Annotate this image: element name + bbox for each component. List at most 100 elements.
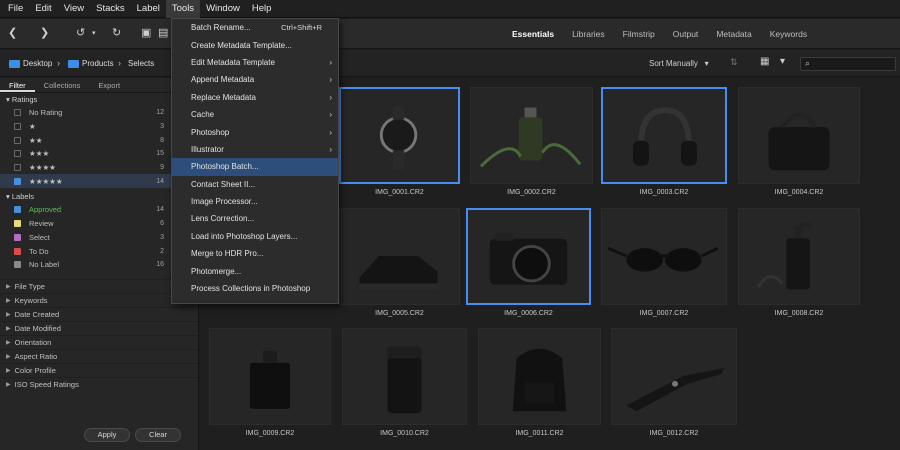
tools-menu-item[interactable]: Create Metadata Template... (172, 36, 338, 53)
thumbnail[interactable] (738, 87, 860, 184)
tab-export[interactable]: Export (89, 78, 129, 92)
back-icon[interactable]: ❮ (8, 26, 17, 39)
thumbnail-filename[interactable]: IMG_0004.CR2 (739, 189, 859, 196)
thumbnail[interactable] (738, 208, 860, 305)
breadcrumb-selects[interactable]: Selects (128, 59, 154, 68)
checkbox[interactable] (14, 177, 21, 185)
menu-tools[interactable]: Tools (165, 0, 201, 18)
label-swatch[interactable] (14, 220, 21, 228)
label-row[interactable]: Approved 14 (0, 203, 198, 217)
ratings-header[interactable]: ▾ Ratings (0, 93, 198, 106)
rotate-left-icon[interactable]: ↺ (76, 26, 85, 39)
tools-menu-item[interactable]: Lens Correction... (172, 210, 338, 227)
filter-section[interactable]: ▶ Date Created (0, 306, 198, 321)
breadcrumb-desktop[interactable]: Desktop (9, 59, 52, 68)
tab-filter[interactable]: Filter (0, 78, 35, 92)
checkbox[interactable] (14, 123, 21, 131)
tools-menu-item[interactable]: Append Metadata › (172, 71, 338, 88)
filter-section[interactable]: ▶ Date Modified (0, 320, 198, 335)
rating-row[interactable]: ★★ 8 (0, 133, 198, 147)
tools-menu-item[interactable]: Image Processor... (172, 193, 338, 210)
filter-section[interactable]: ▶ Color Profile (0, 362, 198, 377)
refine-icon[interactable]: ▤ (158, 26, 168, 39)
tab-collections[interactable]: Collections (35, 78, 90, 92)
menu-edit[interactable]: Edit (29, 0, 57, 18)
thumbnail-filename[interactable]: IMG_0005.CR2 (340, 310, 460, 317)
tools-menu-item[interactable]: Photomerge... (172, 262, 338, 279)
thumbnail-filename[interactable]: IMG_0001.CR2 (340, 189, 460, 196)
thumbnail-filename[interactable]: IMG_0006.CR2 (469, 310, 589, 317)
checkbox[interactable] (14, 136, 21, 144)
rating-row[interactable]: ★★★★★ 14 (0, 174, 198, 189)
filter-section[interactable]: ▶ Orientation (0, 334, 198, 349)
rating-row[interactable]: ★ 3 (0, 120, 198, 134)
thumbnail-filename[interactable]: IMG_0012.CR2 (614, 430, 734, 437)
filter-section[interactable]: ▶ Aspect Ratio (0, 348, 198, 363)
label-swatch[interactable] (14, 233, 21, 241)
tools-menu-item[interactable]: Photoshop › (172, 123, 338, 140)
tab-metadata[interactable]: Metadata (707, 29, 760, 39)
thumbnail-filename[interactable]: IMG_0007.CR2 (604, 310, 724, 317)
tab-libraries[interactable]: Libraries (563, 29, 614, 39)
apply-button[interactable]: Apply (84, 428, 130, 442)
checkbox[interactable] (14, 150, 21, 158)
checkbox[interactable] (14, 164, 21, 172)
tools-menu-item[interactable]: Merge to HDR Pro... (172, 245, 338, 262)
rating-row[interactable]: No Rating 12 (0, 106, 198, 120)
view-options-icon[interactable]: ▾ (780, 56, 785, 67)
tools-menu-item[interactable]: Edit Metadata Template › (172, 54, 338, 71)
thumbnail[interactable] (209, 328, 331, 425)
thumbnail[interactable] (339, 208, 460, 305)
thumbnail-filename[interactable]: IMG_0009.CR2 (210, 430, 330, 437)
menu-stacks[interactable]: Stacks (90, 0, 131, 18)
thumbnail[interactable] (466, 208, 591, 305)
thumbnail-filename[interactable]: IMG_0010.CR2 (345, 430, 465, 437)
rotate-right-icon[interactable]: ↻ (112, 26, 121, 39)
menu-window[interactable]: Window (200, 0, 246, 18)
sort-dropdown[interactable]: Sort Manually ▾ (649, 59, 709, 68)
tab-output[interactable]: Output (664, 29, 708, 39)
filter-section[interactable]: ▶ File Type (0, 278, 198, 293)
tools-menu-item[interactable]: Replace Metadata › (172, 89, 338, 106)
tools-menu-item[interactable]: Photoshop Batch... (172, 158, 338, 176)
thumbnail[interactable] (601, 87, 727, 184)
forward-icon[interactable]: ❯ (40, 26, 49, 39)
filter-section[interactable]: ▶ ISO Speed Ratings (0, 376, 198, 391)
tools-menu-item[interactable]: Load into Photoshop Layers... (172, 228, 338, 245)
photo-downloader-icon[interactable]: ▣ (141, 26, 151, 39)
rating-row[interactable]: ★★★ 15 (0, 147, 198, 161)
checkbox[interactable] (14, 206, 21, 214)
search-input[interactable]: ⌕ (800, 57, 896, 71)
label-row[interactable]: No Label 16 (0, 258, 198, 272)
tools-menu-item[interactable]: Contact Sheet II... (172, 176, 338, 193)
ascending-icon[interactable]: ⇅ (730, 57, 738, 68)
rating-row[interactable]: ★★★★ 9 (0, 161, 198, 175)
thumbnail[interactable] (601, 208, 727, 305)
menu-label[interactable]: Label (131, 0, 166, 18)
menu-help[interactable]: Help (246, 0, 278, 18)
breadcrumb-products[interactable]: Products (68, 59, 114, 68)
view-grid-icon[interactable]: ▦ (760, 56, 769, 67)
label-row[interactable]: Review 6 (0, 217, 198, 231)
label-row[interactable]: Select 3 (0, 231, 198, 245)
thumbnail[interactable] (470, 87, 593, 184)
tools-menu-item[interactable]: Batch Rename... Ctrl+Shift+R (172, 19, 338, 36)
filter-section[interactable]: ▶ Keywords (0, 292, 198, 307)
tools-menu-item[interactable]: Cache › (172, 106, 338, 123)
thumbnail[interactable] (339, 87, 460, 184)
checkbox[interactable] (14, 109, 21, 117)
tools-menu-item[interactable]: Process Collections in Photoshop (172, 280, 338, 297)
tools-menu-item[interactable]: Illustrator › (172, 141, 338, 158)
clear-button[interactable]: Clear (135, 428, 181, 442)
thumbnail-filename[interactable]: IMG_0003.CR2 (604, 189, 724, 196)
thumbnail-filename[interactable]: IMG_0008.CR2 (739, 310, 859, 317)
label-swatch[interactable] (14, 261, 21, 269)
chevron-down-icon[interactable]: ▾ (92, 29, 96, 37)
label-swatch[interactable] (14, 247, 21, 255)
menu-file[interactable]: File (2, 0, 29, 18)
menu-view[interactable]: View (58, 0, 90, 18)
tab-filmstrip[interactable]: Filmstrip (614, 29, 664, 39)
tab-keywords[interactable]: Keywords (761, 29, 816, 39)
thumbnail[interactable] (342, 328, 467, 425)
label-row[interactable]: To Do 2 (0, 244, 198, 258)
